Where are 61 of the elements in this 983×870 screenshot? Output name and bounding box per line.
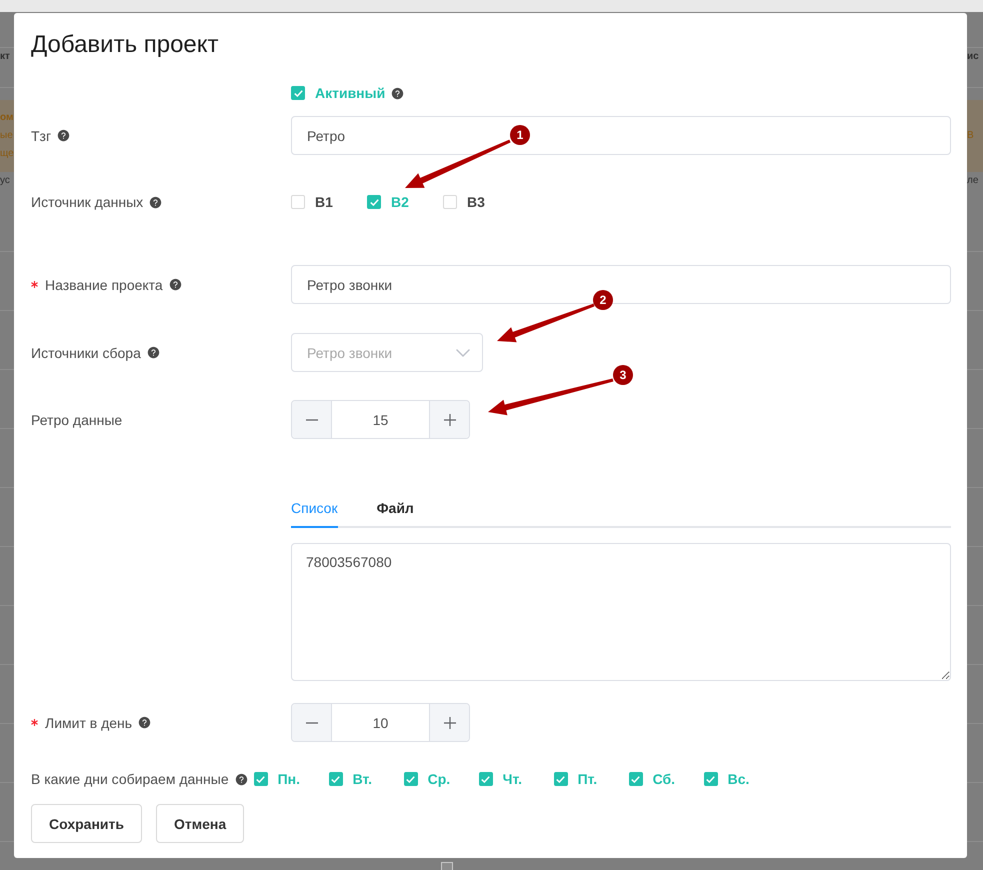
checkbox-label[interactable]: B1 [315,192,333,212]
help-icon[interactable] [168,278,182,291]
help-icon[interactable] [391,86,404,100]
help-icon[interactable] [57,129,70,142]
chevron-down-icon [456,348,470,356]
decrement-button[interactable] [292,401,332,438]
help-icon[interactable] [138,716,152,729]
cancel-button[interactable]: Отмена [156,804,244,843]
checkbox[interactable] [328,772,343,786]
checkbox[interactable] [704,772,718,786]
field-label: Источники сбора [31,344,141,362]
minus-icon [306,722,318,724]
number-stepper[interactable]: 15 [291,400,470,439]
column-header: ис [967,50,979,64]
checkmark-icon [256,776,266,782]
number-stepper[interactable]: 10 [291,703,470,742]
plus-icon [444,716,456,728]
plus-icon [444,414,456,426]
checkmark-icon [331,776,340,782]
notice-text: ом [0,111,14,125]
checkmark-icon [481,776,490,782]
increment-button[interactable] [429,704,469,741]
checkbox[interactable] [254,772,268,786]
checkbox[interactable] [291,86,305,100]
checkbox[interactable] [478,772,493,786]
notice-text: ые [0,129,13,143]
checkmark-icon [406,776,416,782]
checkmark-icon [631,776,640,782]
column-header: кт [0,50,10,64]
checkbox[interactable] [554,772,568,786]
help-icon[interactable] [149,196,162,208]
checkbox-label[interactable]: B3 [467,192,485,212]
field-label: Лимит в день [45,714,132,732]
decrement-button[interactable] [292,704,332,741]
checkbox[interactable] [404,772,418,786]
help-icon[interactable] [146,346,160,359]
checkmark-icon [556,776,566,782]
field-label: Ретро данные [31,410,122,430]
notice-text: ще [0,147,14,161]
dialog-title: Добавить проект [31,31,219,59]
help-icon[interactable] [234,772,248,786]
tab[interactable]: Файл [376,490,414,528]
checkmark-icon [706,776,716,782]
table-cell-text: ле [967,174,978,188]
checkbox[interactable] [367,195,381,209]
checkmark-icon [370,198,378,206]
field-label: Название проекта [45,276,163,294]
field-label: В какие дни собираем данные [31,770,229,789]
checkbox[interactable] [441,862,453,870]
table-cell-text: ус [0,174,10,188]
checkbox[interactable] [628,772,643,786]
checkbox[interactable] [443,195,457,209]
increment-button[interactable] [429,401,469,438]
minus-icon [306,418,318,420]
notice-text: В [967,129,974,143]
field-label: Источник данных [31,193,144,212]
textarea-field[interactable]: 78003567080 [291,543,951,681]
save-button[interactable]: Сохранить [31,804,142,843]
checkmark-icon [294,90,302,96]
checkbox[interactable] [291,195,305,209]
field-label: Тзг [31,126,52,146]
